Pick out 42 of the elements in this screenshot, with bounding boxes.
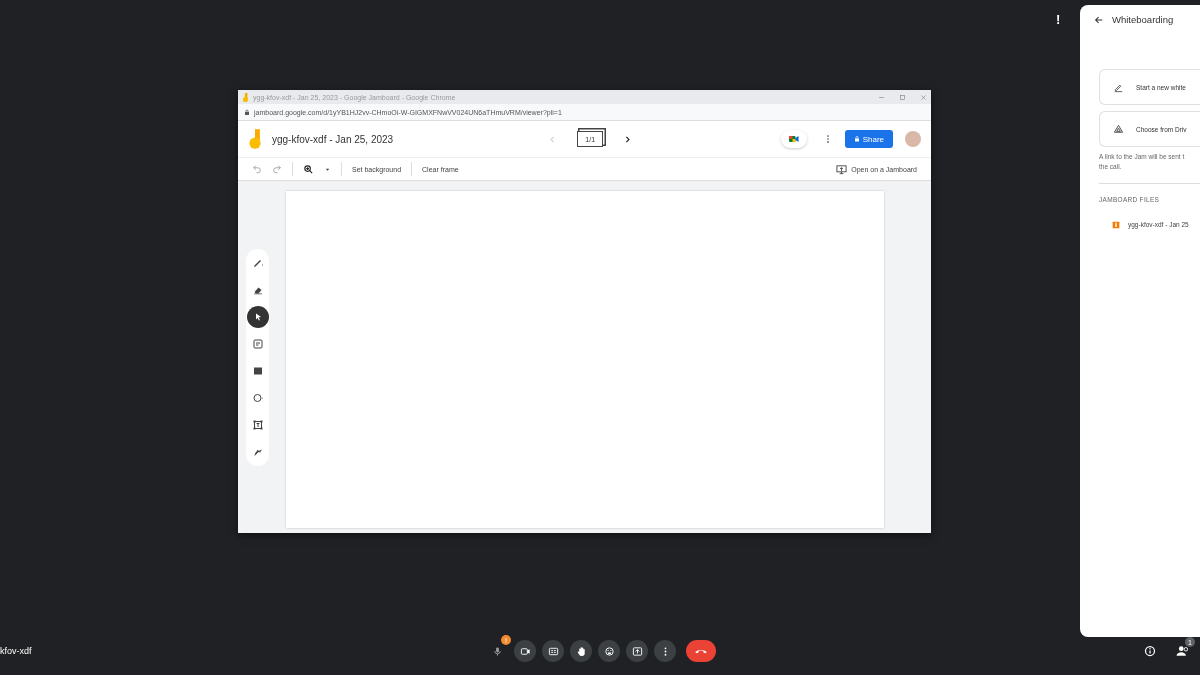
microphone-icon xyxy=(491,645,503,657)
captions-button[interactable] xyxy=(542,640,564,662)
raise-hand-button[interactable] xyxy=(570,640,592,662)
raise-hand-icon xyxy=(575,645,587,657)
panel-title: Whiteboarding xyxy=(1112,14,1174,25)
document-title[interactable]: ygg-kfov-xdf - Jan 25, 2023 xyxy=(272,133,394,145)
close-icon xyxy=(920,93,927,101)
next-frame-icon xyxy=(623,134,633,144)
present-icon xyxy=(631,645,643,657)
people-icon xyxy=(1176,644,1190,658)
back-icon xyxy=(1094,14,1104,25)
jamboard-logo-icon xyxy=(248,129,262,149)
meet-button[interactable] xyxy=(780,130,807,148)
emoji-button[interactable] xyxy=(598,640,620,662)
display-icon xyxy=(836,163,848,175)
pen-icon xyxy=(251,257,264,269)
undo-icon xyxy=(252,164,262,174)
captions-icon xyxy=(547,645,559,657)
maximize-icon xyxy=(899,93,906,101)
redo-icon xyxy=(272,164,282,174)
cursor-tool[interactable] xyxy=(246,306,269,328)
zoom-icon xyxy=(303,163,314,175)
more-options-button[interactable] xyxy=(654,640,676,662)
share-button[interactable]: Share xyxy=(844,130,893,148)
alert-icon[interactable]: ! xyxy=(1056,12,1061,27)
circle-icon xyxy=(251,392,264,404)
lock-icon xyxy=(244,108,250,116)
drive-icon xyxy=(1113,123,1124,135)
leave-call-button[interactable] xyxy=(686,640,716,662)
present-button[interactable] xyxy=(626,640,648,662)
lock-icon xyxy=(853,136,860,142)
text-box-icon xyxy=(251,419,264,431)
info-icon xyxy=(1144,645,1156,657)
meet-icon xyxy=(787,133,800,145)
meeting-name: kfov-xdf xyxy=(0,646,33,656)
jamboard-file-icon xyxy=(1112,220,1120,229)
camera-icon xyxy=(519,645,531,657)
emoji-icon xyxy=(603,645,615,657)
jamboard-logo-icon xyxy=(242,92,249,102)
image-icon xyxy=(251,365,264,377)
camera-button[interactable] xyxy=(514,640,536,662)
sticky-note-icon xyxy=(251,338,264,350)
